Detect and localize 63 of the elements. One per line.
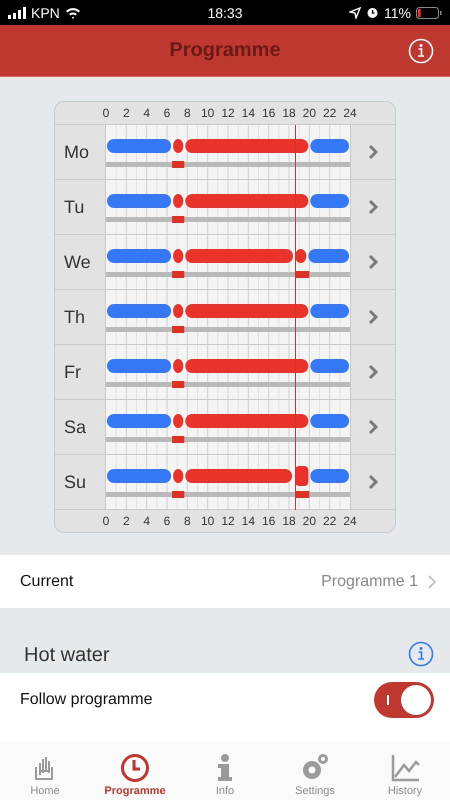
hour-label: 6 [164,514,170,528]
day-timeline[interactable] [106,180,350,234]
tab[interactable]: History [365,741,445,800]
hour-label: 0 [102,106,110,120]
hour-label: 16 [262,106,276,120]
chevron-icon [368,474,378,490]
chevron-icon [368,254,378,270]
hour-label: 10 [200,514,214,528]
hour-label: 4 [143,106,150,120]
info-icon[interactable] [408,641,434,667]
carrier-name: KPN [31,4,60,20]
day-timeline[interactable] [106,125,350,179]
current-programme-link[interactable]: Programme 1 [321,572,436,590]
tab[interactable]: Home [5,741,85,800]
location-icon [349,6,361,18]
hour-label: 18 [282,106,296,120]
hour-label: 22 [322,514,336,528]
wifi-icon [64,6,81,18]
day-timeline[interactable] [106,235,350,289]
chevron-icon [368,199,378,215]
hour-label: 14 [242,106,255,120]
hour-label: 0 [102,514,110,528]
hour-label: 2 [122,106,130,120]
chevron-icon [368,364,378,380]
signal-icon [8,6,26,18]
hour-label: 14 [242,514,255,528]
battery-icon [416,6,442,18]
line-graph-icon [390,753,420,783]
tab[interactable]: Programme [95,741,175,800]
hour-label: 16 [262,514,276,528]
chevron-icon [368,419,378,435]
chevron-icon [428,574,436,588]
chevron-icon [368,309,378,325]
hour-label: 20 [302,514,316,528]
tab[interactable]: Settings [275,741,355,800]
clock-icon [120,753,150,783]
tab[interactable]: Info [185,741,265,800]
hour-label: 8 [184,514,191,528]
alarm-icon [366,6,379,19]
hour-label: 24 [343,514,357,528]
hour-label: 6 [164,106,170,120]
current-label: Current [20,572,74,590]
hour-label: 8 [184,106,191,120]
status-time: 18:33 [207,4,243,20]
section-title: Hot water [24,644,110,667]
hour-label: 22 [322,106,336,120]
hour-label: 2 [122,514,130,528]
hour-label: 12 [221,514,235,528]
screen-title: Programme [169,39,281,62]
toggle-switch[interactable] [374,682,434,718]
day-timeline[interactable] [106,400,350,454]
hour-label: 4 [143,514,150,528]
hour-label: 24 [343,106,357,120]
hour-label: 12 [221,106,235,120]
setting-label: Follow programme [20,691,152,709]
day-timeline[interactable] [106,345,350,399]
hour-label: 20 [302,106,316,120]
hour-label: 18 [282,514,296,528]
day-timeline[interactable] [106,290,350,344]
battery-percent: 11% [384,4,411,20]
chevron-icon [368,144,378,160]
day-timeline[interactable] [106,455,350,509]
hour-label: 10 [200,106,214,120]
